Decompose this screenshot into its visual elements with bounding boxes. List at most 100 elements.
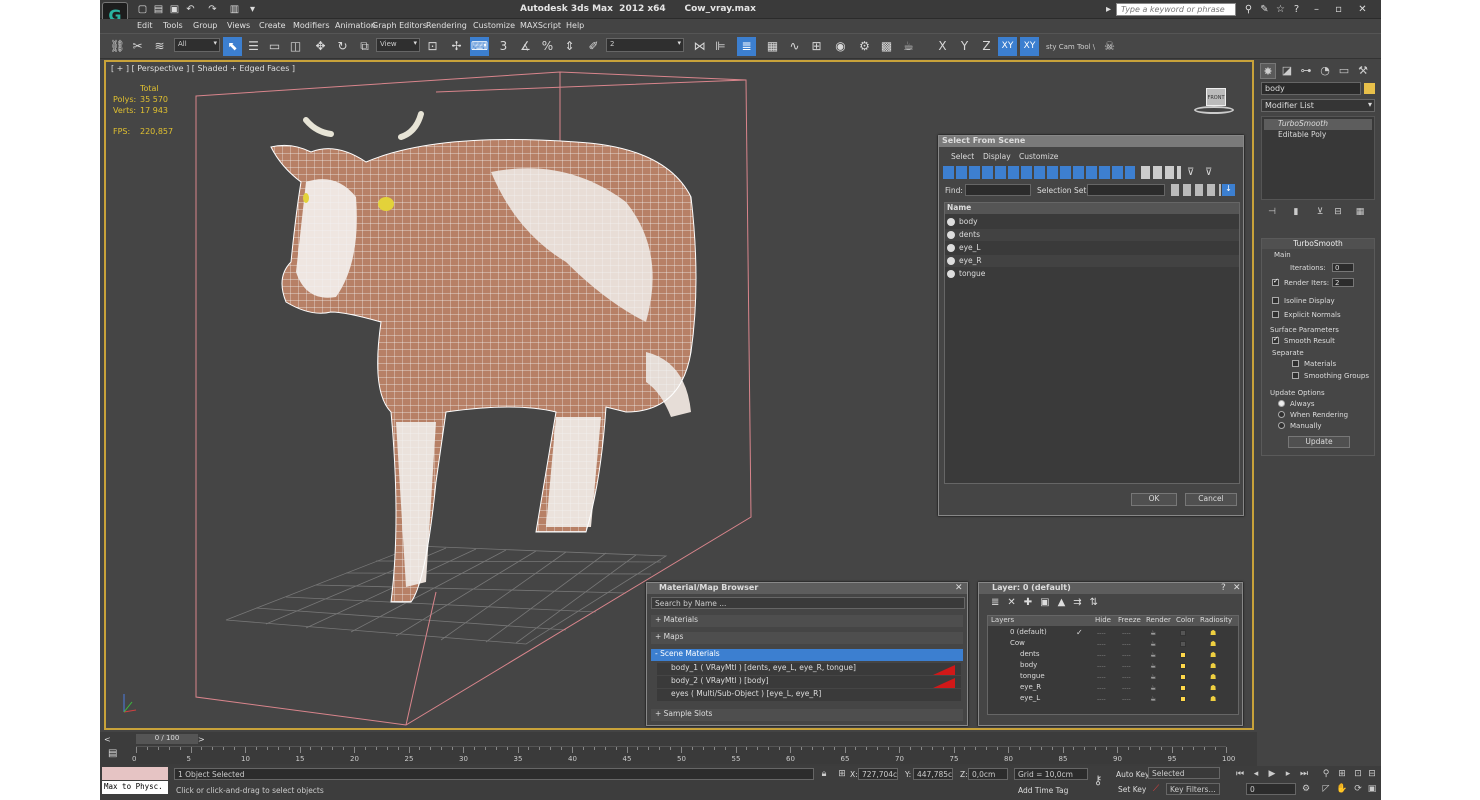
explicit-normals-checkbox[interactable] — [1272, 311, 1279, 318]
zoom-extents-all-icon[interactable]: ⊟ — [1366, 768, 1378, 780]
percent-snap-icon[interactable]: % — [538, 37, 557, 56]
render-icon[interactable]: ☕ — [899, 37, 918, 56]
iterations-spinner[interactable]: 0 — [1332, 263, 1354, 272]
layer-manager-icon[interactable]: ≣ — [737, 37, 756, 56]
rotate-icon[interactable]: ↻ — [333, 37, 352, 56]
help-icon[interactable]: ? — [1290, 3, 1303, 16]
key-mode-icon[interactable]: ⟋ — [1150, 783, 1162, 795]
material-editor-icon[interactable]: ◉ — [831, 37, 850, 56]
layer-row[interactable]: eye_R — [1020, 683, 1041, 691]
layer-title[interactable]: Layer: 0 (default) — [979, 583, 1242, 594]
spinner-snap-icon[interactable]: ⇕ — [560, 37, 579, 56]
x-field[interactable]: 727,704cm — [858, 768, 898, 780]
utilities-tab-icon[interactable]: ⚒ — [1355, 63, 1371, 79]
selset-dropdown[interactable] — [1087, 184, 1165, 196]
zoom-all-icon[interactable]: ⊞ — [1336, 768, 1348, 780]
layer-toolbar[interactable]: ≣✕✚▣▲⇉⇅ — [991, 597, 1121, 611]
materials-group[interactable]: + Materials — [651, 615, 963, 627]
auto-key-button[interactable]: Auto Key — [1116, 770, 1149, 779]
axis-x-button[interactable]: X — [933, 37, 952, 56]
menu-rendering[interactable]: Rendering — [426, 21, 467, 30]
find-input[interactable] — [965, 184, 1031, 196]
create-tab-icon[interactable]: ✸ — [1260, 63, 1276, 79]
goto-end-icon[interactable]: ⏭ — [1298, 768, 1310, 780]
sample-slots-group[interactable]: + Sample Slots — [651, 709, 963, 721]
skull-icon[interactable]: ☠ — [1100, 37, 1119, 56]
hierarchy-tab-icon[interactable]: ⊶ — [1298, 63, 1314, 79]
viewcube[interactable]: FRONT — [1194, 86, 1234, 116]
menu-views[interactable]: Views — [227, 21, 250, 30]
graphite-icon[interactable]: ▦ — [763, 37, 782, 56]
axis-xy-button[interactable]: XY — [998, 37, 1017, 56]
browser-title[interactable]: Material/Map Browser — [647, 583, 967, 594]
pan-icon[interactable]: ✋ — [1336, 783, 1348, 795]
list-item[interactable]: eye_R — [945, 255, 1239, 267]
select-object-icon[interactable]: ⬉ — [223, 37, 242, 56]
close-icon[interactable]: ✕ — [955, 583, 963, 593]
y-field[interactable]: 447,785cm — [913, 768, 953, 780]
axis-y-button[interactable]: Y — [955, 37, 974, 56]
stack-item-editable-poly[interactable]: Editable Poly — [1264, 130, 1372, 141]
materials-checkbox[interactable] — [1292, 360, 1299, 367]
select-by-name-icon[interactable]: ☰ — [244, 37, 263, 56]
filter-icon[interactable]: ⊽ — [1187, 167, 1194, 178]
menu-animation[interactable]: Animation — [335, 21, 376, 30]
menu-display[interactable]: Display — [983, 152, 1011, 161]
material-row[interactable]: body_1 ( VRayMtl ) [dents, eye_L, eye_R,… — [657, 663, 961, 675]
render-frame-icon[interactable]: ▩ — [877, 37, 896, 56]
axis-z-button[interactable]: Z — [977, 37, 996, 56]
make-unique-icon[interactable]: ⊻ — [1313, 206, 1327, 218]
zoom-extents-icon[interactable]: ⊡ — [1352, 768, 1364, 780]
unlink-icon[interactable]: ✂ — [128, 37, 147, 56]
prev-key-icon[interactable]: ◂ — [1250, 768, 1262, 780]
material-row[interactable]: body_2 ( VRayMtl ) [body] — [657, 676, 961, 688]
layer-row[interactable]: 0 (default) — [1010, 628, 1047, 636]
hide-column[interactable]: ---- ---- ---- ---- ---- ---- ---- — [1097, 628, 1111, 704]
remove-modifier-icon[interactable]: ⊟ — [1331, 206, 1345, 218]
close-icon[interactable]: ✕ — [1233, 583, 1241, 593]
undo-icon[interactable]: ↶ — [184, 3, 197, 16]
manually-radio[interactable] — [1278, 422, 1285, 429]
next-key-icon[interactable]: ▸ — [1282, 768, 1294, 780]
search-arrow-icon[interactable]: ▸ — [1102, 3, 1115, 16]
render-iters-spinner[interactable]: 2 — [1332, 278, 1354, 287]
browser-search[interactable]: Search by Name ... — [651, 597, 965, 609]
dropdown-icon[interactable]: ▾ — [246, 3, 259, 16]
star-icon[interactable]: ☆ — [1274, 3, 1287, 16]
smooth-result-checkbox[interactable] — [1272, 335, 1279, 344]
pivot-icon[interactable]: ⊡ — [423, 37, 442, 56]
angle-snap-icon[interactable]: ∡ — [516, 37, 535, 56]
named-sel-icon[interactable]: ✐ — [584, 37, 603, 56]
snap-3-icon[interactable]: 3 — [494, 37, 513, 56]
radiosity-column[interactable]: ☗ ☗ ☗ ☗ ☗ ☗ ☗ — [1210, 628, 1222, 704]
render-iters-checkbox[interactable] — [1272, 277, 1279, 286]
layer-row[interactable]: Cow — [1010, 639, 1025, 647]
filter-options-icon[interactable]: ⊽ — [1205, 167, 1212, 178]
modifier-list-dropdown[interactable]: Modifier List — [1261, 99, 1375, 112]
show-end-result-icon[interactable]: ▮ — [1289, 206, 1303, 218]
menu-graph-editors[interactable]: Graph Editors — [372, 21, 427, 30]
new-icon[interactable]: ▢ — [136, 3, 149, 16]
object-list[interactable]: Name body dents eye_L eye_R tongue — [944, 202, 1240, 484]
pin-stack-icon[interactable]: ⊣ — [1265, 206, 1279, 218]
keyboard-shortcut-icon[interactable]: ⌨ — [470, 37, 489, 56]
maximize-icon[interactable]: ▫ — [1332, 3, 1345, 16]
configure-sets-icon[interactable]: ▦ — [1353, 206, 1367, 218]
scale-icon[interactable]: ⧉ — [355, 37, 374, 56]
layer-row[interactable]: tongue — [1020, 672, 1045, 680]
menu-maxscript[interactable]: MAXScript — [520, 21, 561, 30]
menu-create[interactable]: Create — [259, 21, 286, 30]
freeze-column[interactable]: ---- ---- ---- ---- ---- ---- ---- — [1122, 628, 1136, 704]
redo-icon[interactable]: ↷ — [206, 3, 219, 16]
menu-edit[interactable]: Edit — [137, 21, 153, 30]
type-filter-buttons[interactable] — [943, 166, 1135, 179]
scene-materials-group[interactable]: - Scene Materials — [651, 649, 963, 661]
window-crossing-icon[interactable]: ◫ — [286, 37, 305, 56]
mirror-icon[interactable]: ⋈ — [690, 37, 709, 56]
list-item[interactable]: dents — [945, 229, 1239, 241]
perspective-viewport[interactable]: [ + ] [ Perspective ] [ Shaded + Edged F… — [104, 60, 1254, 730]
list-item[interactable]: body — [945, 216, 1239, 228]
curve-editor-icon[interactable]: ∿ — [785, 37, 804, 56]
layer-row[interactable]: body — [1020, 661, 1037, 669]
schematic-icon[interactable]: ⊞ — [807, 37, 826, 56]
